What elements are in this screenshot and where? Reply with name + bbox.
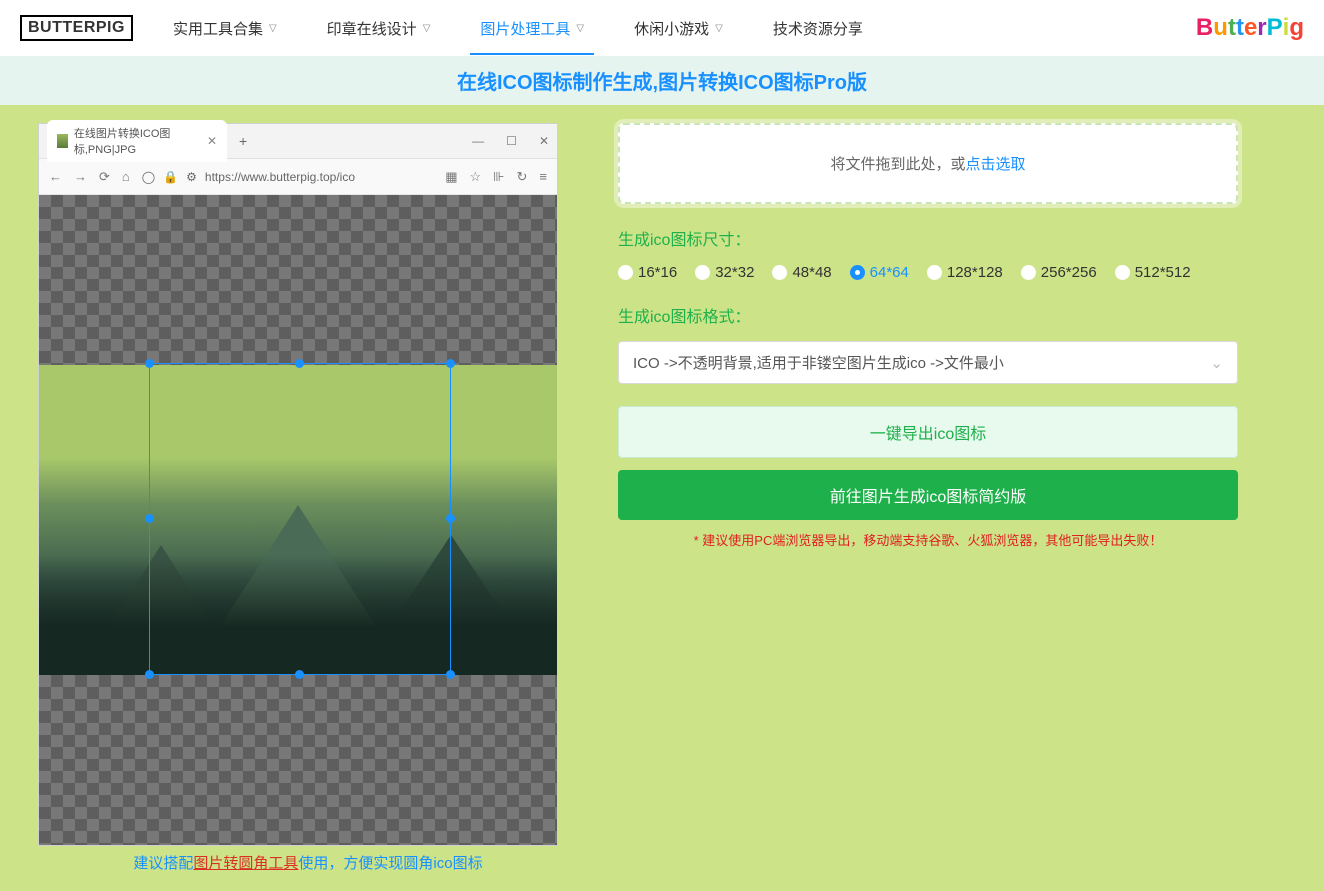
- crop-handle-se[interactable]: [446, 670, 455, 679]
- format-value: ICO ->不透明背景,适用于非镂空图片生成ico ->文件最小: [633, 352, 1004, 373]
- crop-handle-ne[interactable]: [446, 359, 455, 368]
- image-canvas[interactable]: [39, 195, 557, 845]
- size-radio-group: 16*16 32*32 48*48 64*64 128*128 256*256 512*51…: [618, 264, 1238, 281]
- chevron-down-icon: ▽: [576, 23, 584, 34]
- size-radio-48x48[interactable]: 48*48: [772, 264, 831, 281]
- nav-label: 实用工具合集: [173, 18, 263, 39]
- nav-item-stamp[interactable]: 印章在线设计 ▽: [327, 2, 431, 55]
- brand-right: ButterPig: [1196, 14, 1304, 42]
- browser-mockup: 在线图片转换ICO图标,PNG|JPG ✕ + — ☐ ✕ ← → ⟳ ⌂ ◯ …: [38, 123, 558, 846]
- window-controls: — ☐ ✕: [472, 134, 549, 148]
- download-icon[interactable]: ↻: [517, 169, 528, 185]
- chevron-down-icon: ▽: [715, 23, 723, 34]
- crop-handle-e[interactable]: [446, 514, 455, 523]
- tab-title: 在线图片转换ICO图标,PNG|JPG: [74, 125, 197, 157]
- nav-item-games[interactable]: 休闲小游戏 ▽: [634, 2, 723, 55]
- page-title: 在线ICO图标制作生成,图片转换ICO图标Pro版: [0, 56, 1324, 105]
- controls-column: 将文件拖到此处，或点击选取 生成ico图标尺寸： 16*16 32*32 48*48…: [618, 123, 1238, 873]
- shield-icon: ◯: [142, 170, 155, 184]
- size-radio-32x32[interactable]: 32*32: [695, 264, 754, 281]
- main-content: 在线图片转换ICO图标,PNG|JPG ✕ + — ☐ ✕ ← → ⟳ ⌂ ◯ …: [0, 105, 1324, 891]
- favicon-icon: [57, 134, 68, 148]
- hint-prefix: 建议搭配: [133, 855, 193, 872]
- maximize-icon[interactable]: ☐: [506, 134, 517, 148]
- main-nav: 实用工具合集 ▽ 印章在线设计 ▽ 图片处理工具 ▽ 休闲小游戏 ▽ 技术资源分享: [173, 2, 863, 55]
- hint-suffix: 使用，方便实现圆角ico图标: [298, 855, 482, 872]
- forward-icon[interactable]: →: [74, 169, 87, 184]
- size-radio-512x512[interactable]: 512*512: [1115, 264, 1191, 281]
- crop-selection[interactable]: [149, 363, 451, 675]
- warning-text: * 建议使用PC端浏览器导出，移动端支持谷歌、火狐浏览器，其他可能导出失败！: [618, 530, 1238, 549]
- close-icon[interactable]: ✕: [207, 134, 217, 148]
- radio-label: 32*32: [715, 264, 754, 281]
- radio-label: 16*16: [638, 264, 677, 281]
- url-text: https://www.butterpig.top/ico: [205, 170, 355, 184]
- chevron-down-icon: ▽: [269, 23, 277, 34]
- dropzone[interactable]: 将文件拖到此处，或点击选取: [618, 123, 1238, 204]
- star-icon[interactable]: ☆: [470, 169, 482, 185]
- radio-label: 64*64: [870, 264, 909, 281]
- qr-icon[interactable]: ▦: [445, 169, 457, 185]
- radio-icon: [695, 265, 710, 280]
- crop-handle-n[interactable]: [295, 359, 304, 368]
- simple-version-button[interactable]: 前往图片生成ico图标简约版: [618, 470, 1238, 520]
- format-label: 生成ico图标格式：: [618, 303, 1238, 327]
- crop-handle-sw[interactable]: [145, 670, 154, 679]
- close-window-icon[interactable]: ✕: [539, 134, 549, 148]
- browser-tabbar: 在线图片转换ICO图标,PNG|JPG ✕ + — ☐ ✕: [39, 124, 557, 159]
- minimize-icon[interactable]: —: [472, 134, 484, 148]
- radio-icon: [850, 265, 865, 280]
- radio-icon: [927, 265, 942, 280]
- hint-link[interactable]: 图片转圆角工具: [193, 855, 298, 872]
- crop-handle-w[interactable]: [145, 514, 154, 523]
- size-radio-16x16[interactable]: 16*16: [618, 264, 677, 281]
- nav-label: 休闲小游戏: [634, 18, 709, 39]
- nav-item-resources[interactable]: 技术资源分享: [773, 2, 863, 55]
- chevron-down-icon: ▽: [423, 23, 431, 34]
- radio-icon: [1021, 265, 1036, 280]
- size-radio-256x256[interactable]: 256*256: [1021, 264, 1097, 281]
- size-radio-64x64[interactable]: 64*64: [850, 264, 909, 281]
- menu-icon[interactable]: ≡: [539, 169, 547, 184]
- crop-handle-s[interactable]: [295, 670, 304, 679]
- hint-text: 建议搭配图片转圆角工具使用，方便实现圆角ico图标: [38, 852, 578, 873]
- radio-icon: [618, 265, 633, 280]
- logo[interactable]: BUTTERPIG: [20, 15, 133, 41]
- radio-label: 128*128: [947, 264, 1003, 281]
- nav-label: 技术资源分享: [773, 18, 863, 39]
- nav-item-image[interactable]: 图片处理工具 ▽: [480, 2, 584, 55]
- browser-addressbar: ← → ⟳ ⌂ ◯ 🔒 ⚙ https://www.butterpig.top/…: [39, 159, 557, 195]
- lock-icon: 🔒: [163, 170, 178, 184]
- chevron-down-icon: ⌄: [1210, 354, 1223, 372]
- size-label: 生成ico图标尺寸：: [618, 226, 1238, 250]
- crop-handle-nw[interactable]: [145, 359, 154, 368]
- back-icon[interactable]: ←: [49, 169, 62, 184]
- url-field[interactable]: ◯ 🔒 ⚙ https://www.butterpig.top/ico: [142, 170, 433, 184]
- drop-link[interactable]: 点击选取: [966, 156, 1026, 173]
- settings-icon: ⚙: [186, 170, 197, 184]
- radio-label: 256*256: [1041, 264, 1097, 281]
- radio-label: 512*512: [1135, 264, 1191, 281]
- nav-item-tools[interactable]: 实用工具合集 ▽: [173, 2, 277, 55]
- top-header: BUTTERPIG 实用工具合集 ▽ 印章在线设计 ▽ 图片处理工具 ▽ 休闲小游戏 ▽…: [0, 0, 1324, 56]
- radio-icon: [772, 265, 787, 280]
- browser-tab[interactable]: 在线图片转换ICO图标,PNG|JPG ✕: [47, 120, 227, 162]
- size-radio-128x128[interactable]: 128*128: [927, 264, 1003, 281]
- radio-icon: [1115, 265, 1130, 280]
- home-icon[interactable]: ⌂: [122, 169, 130, 184]
- library-icon[interactable]: ⊪: [493, 169, 504, 185]
- radio-label: 48*48: [792, 264, 831, 281]
- new-tab-button[interactable]: +: [239, 133, 247, 149]
- export-button[interactable]: 一键导出ico图标: [618, 406, 1238, 458]
- format-select[interactable]: ICO ->不透明背景,适用于非镂空图片生成ico ->文件最小 ⌄: [618, 341, 1238, 384]
- nav-label: 图片处理工具: [480, 18, 570, 39]
- nav-label: 印章在线设计: [327, 18, 417, 39]
- drop-text: 将文件拖到此处，或: [830, 156, 965, 173]
- preview-column: 在线图片转换ICO图标,PNG|JPG ✕ + — ☐ ✕ ← → ⟳ ⌂ ◯ …: [38, 123, 578, 873]
- reload-icon[interactable]: ⟳: [99, 169, 110, 185]
